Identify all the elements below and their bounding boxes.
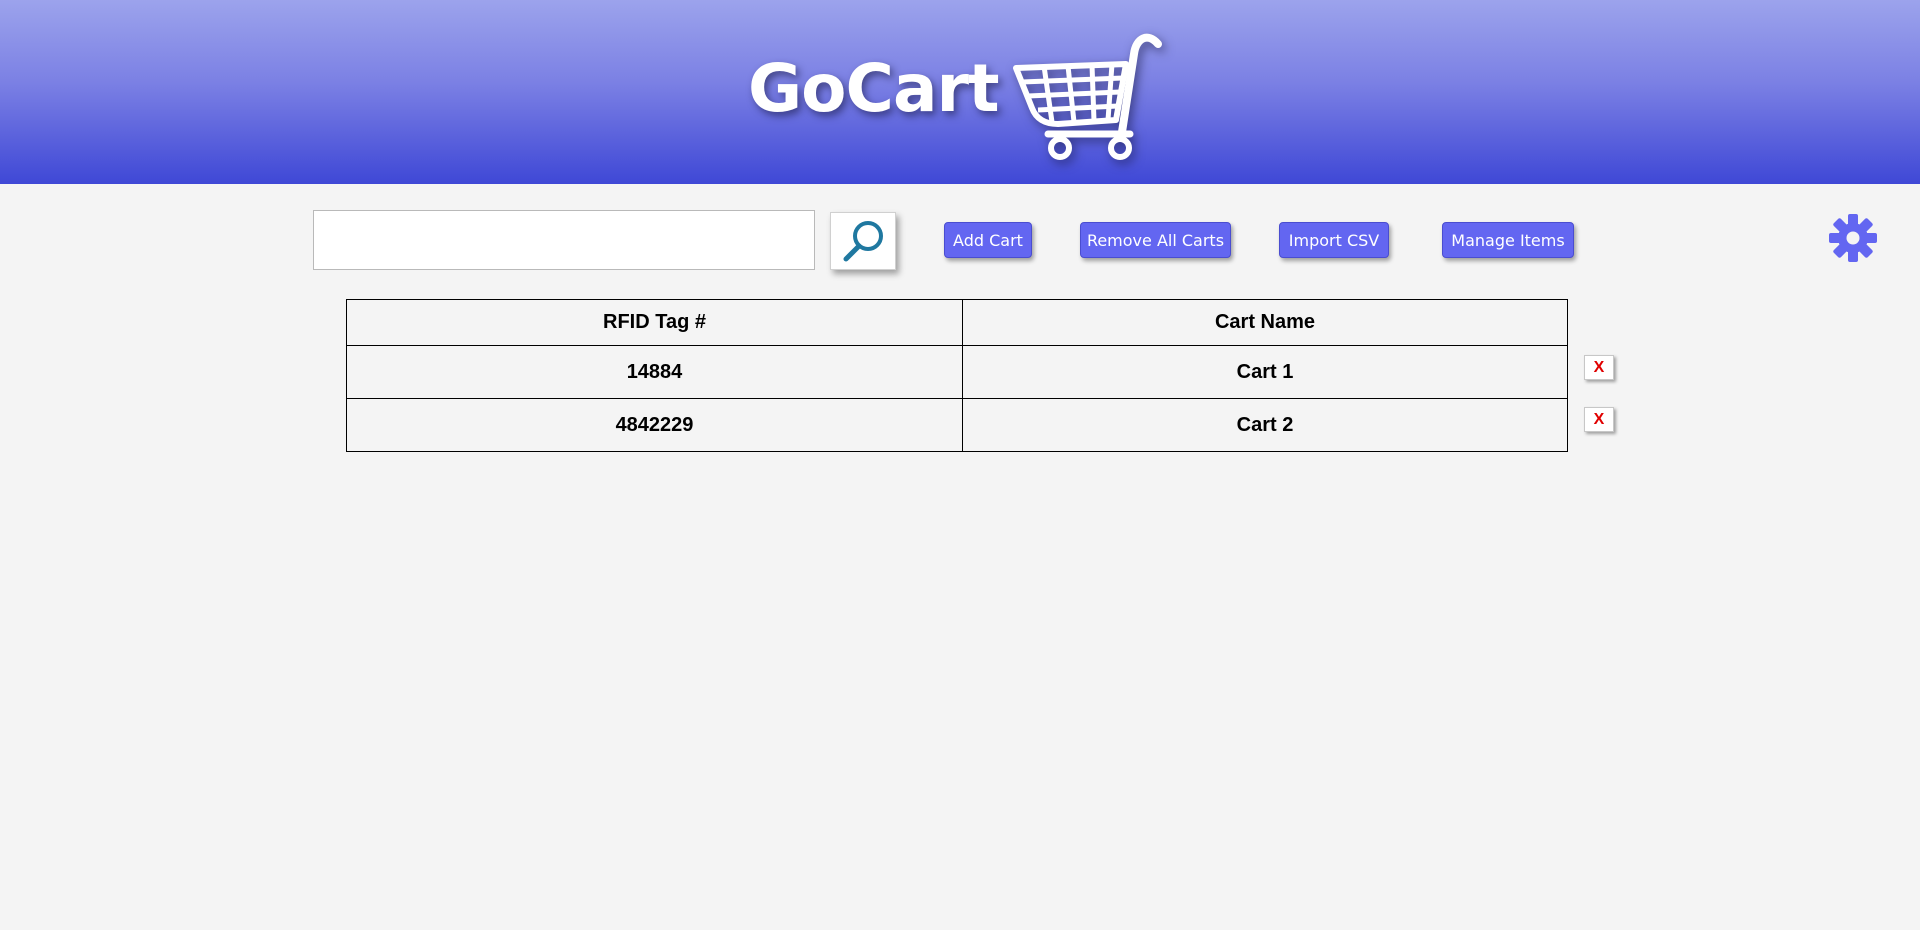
cart-name-cell: Cart 2 [962, 398, 1568, 452]
delete-cart-button[interactable]: X [1584, 355, 1614, 380]
carts-table: RFID Tag # Cart Name 14884 Cart 1 484222… [346, 299, 1568, 452]
delete-cart-button[interactable]: X [1584, 407, 1614, 432]
search-input[interactable] [313, 210, 815, 270]
rfid-cell: 14884 [346, 345, 963, 399]
cart-name-cell: Cart 1 [962, 345, 1568, 399]
table-row: 14884 Cart 1 [346, 345, 1568, 399]
remove-all-carts-button[interactable]: Remove All Carts [1080, 222, 1231, 258]
gear-icon[interactable] [1828, 213, 1878, 263]
import-csv-button[interactable]: Import CSV [1279, 222, 1389, 258]
shopping-cart-icon [1013, 33, 1162, 160]
column-header-rfid: RFID Tag # [346, 299, 963, 346]
magnifier-icon [843, 221, 883, 262]
app-header: GoCart [0, 0, 1920, 184]
add-cart-button[interactable]: Add Cart [944, 222, 1032, 258]
column-header-cart-name: Cart Name [962, 299, 1568, 346]
app-title: GoCart [748, 50, 1000, 127]
rfid-cell: 4842229 [346, 398, 963, 452]
table-header-row: RFID Tag # Cart Name [346, 299, 1568, 346]
manage-items-button[interactable]: Manage Items [1442, 222, 1574, 258]
search-button[interactable] [830, 212, 896, 270]
table-row: 4842229 Cart 2 [346, 398, 1568, 452]
